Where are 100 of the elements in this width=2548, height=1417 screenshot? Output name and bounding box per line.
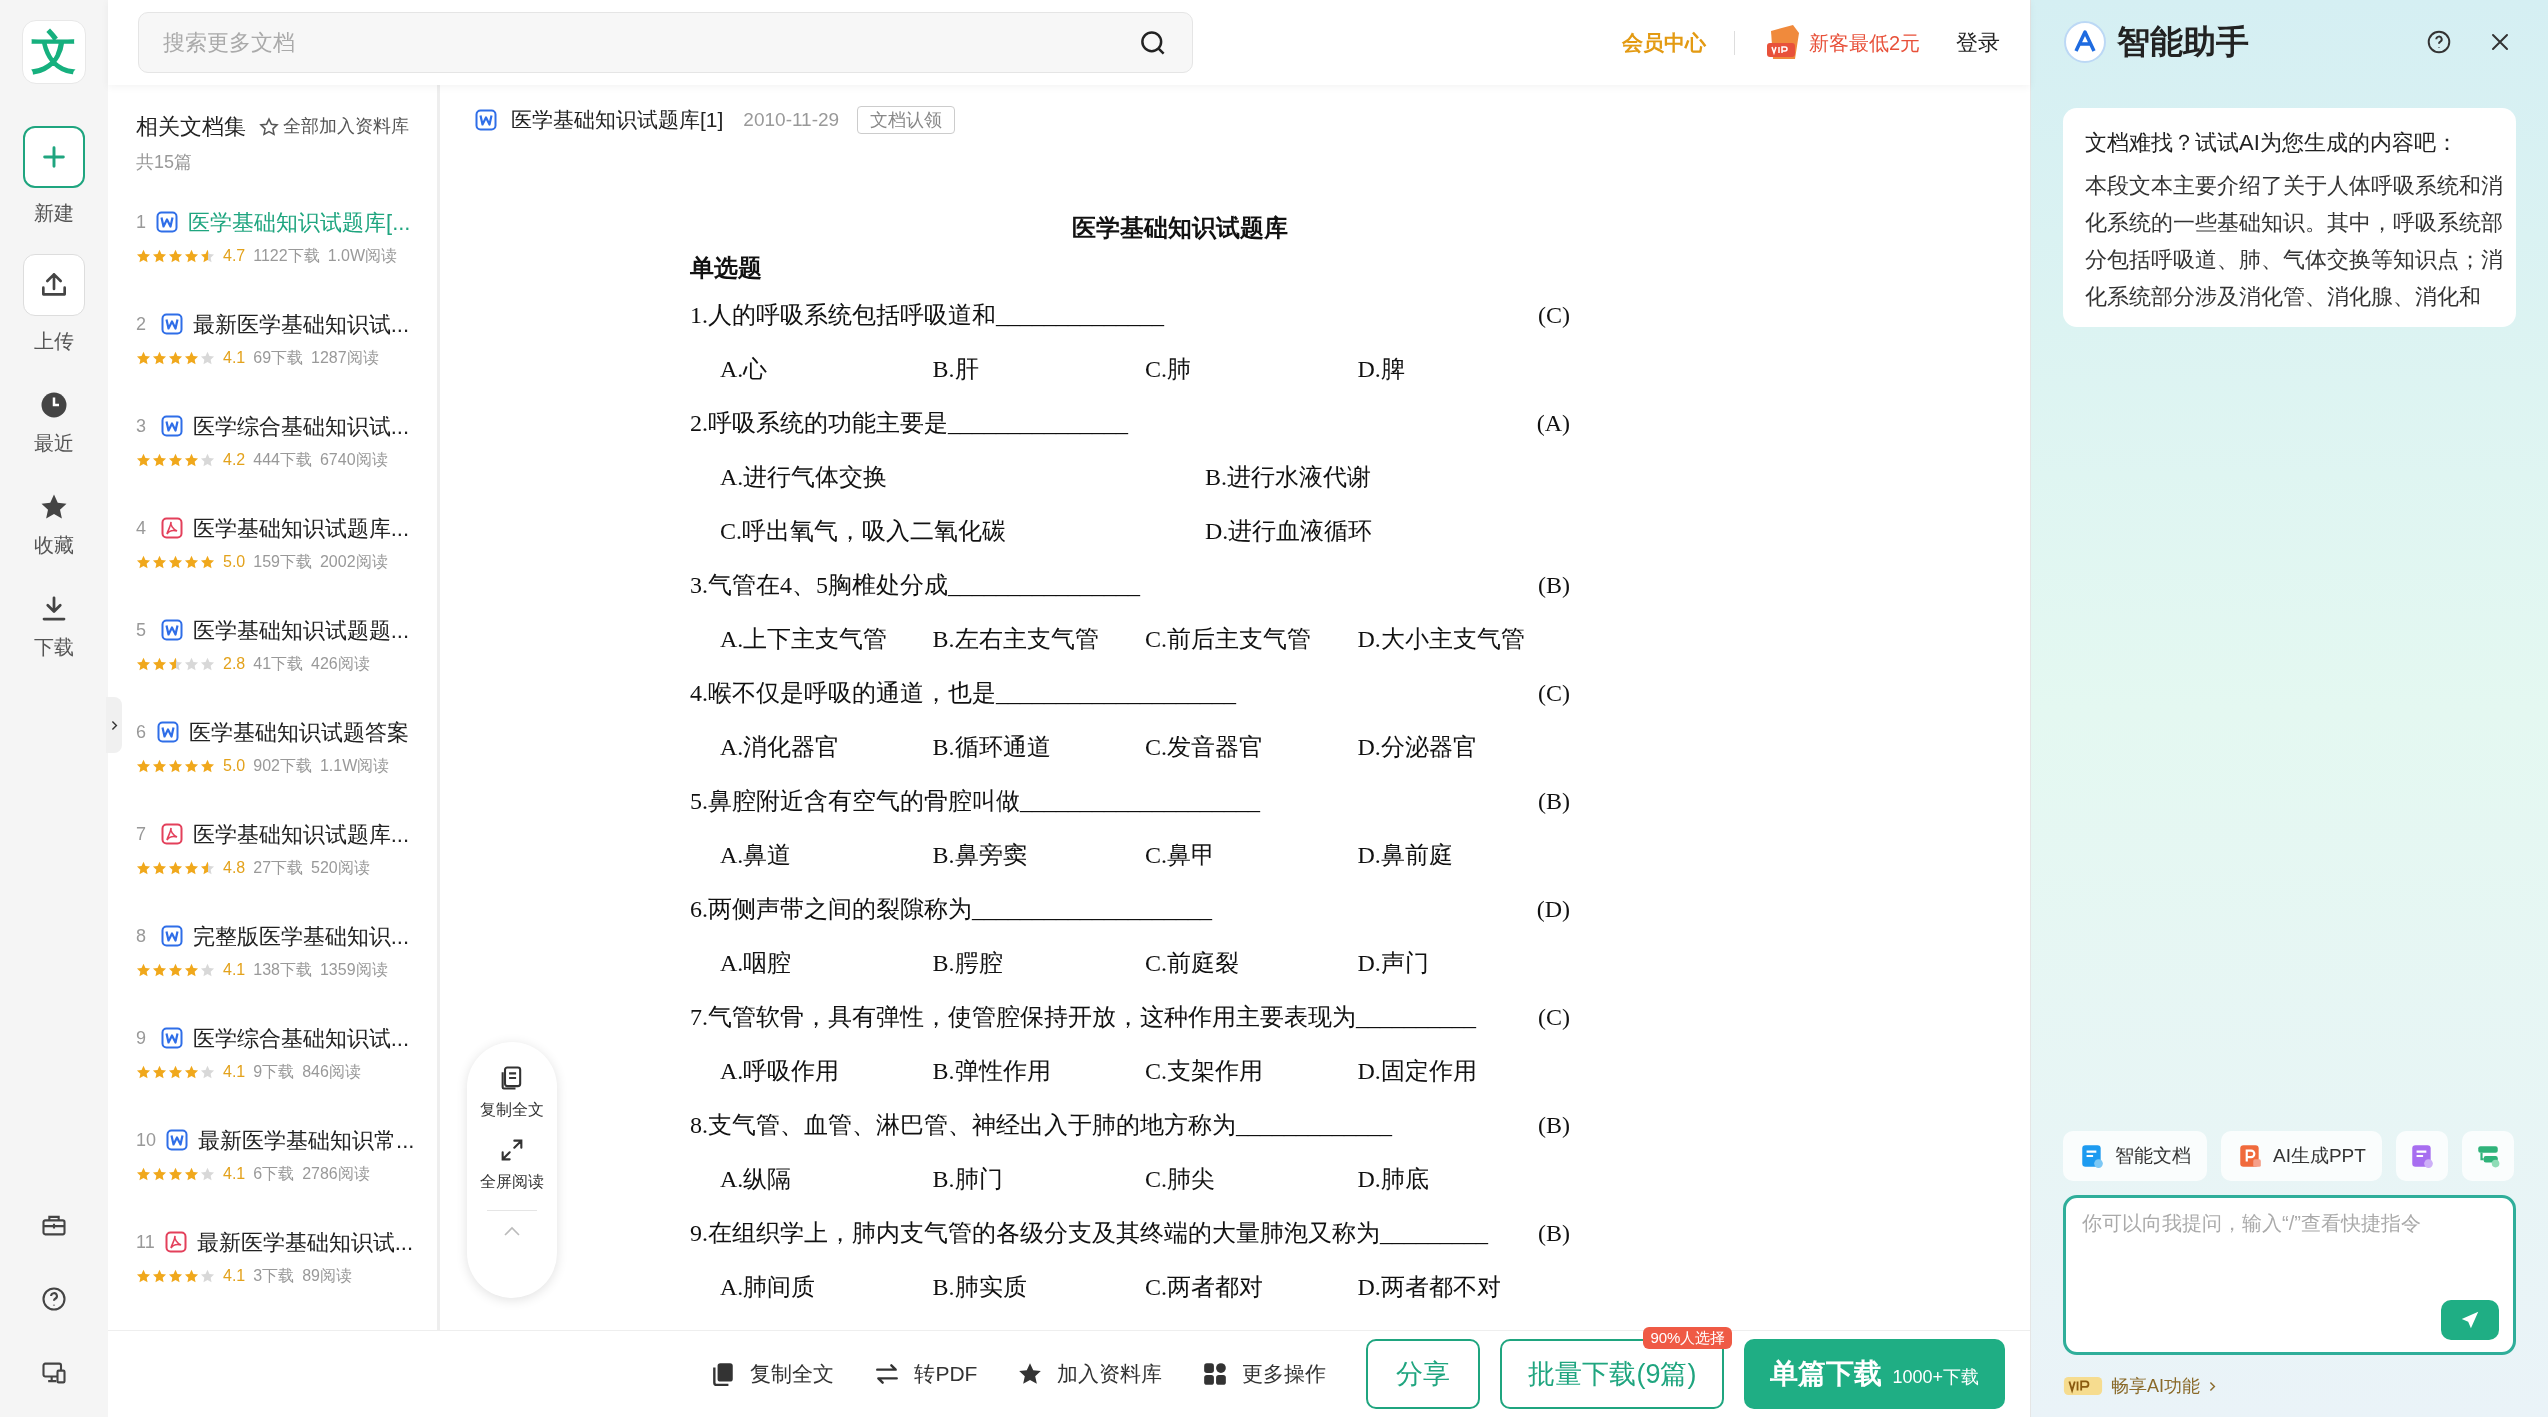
- help-icon[interactable]: [40, 1285, 68, 1313]
- answer-option: D.肺底: [1357, 1161, 1570, 1197]
- answer-option: D.两者都不对: [1357, 1269, 1570, 1305]
- read-count: 1287阅读: [311, 348, 379, 368]
- answer-option: A.进行气体交换: [720, 459, 1205, 495]
- related-doc-item[interactable]: 3 医学综合基础知识试... 4.2 444下载 6740阅读: [136, 406, 409, 508]
- star-icon: [152, 758, 167, 774]
- answer-option: B.鼻旁窦: [932, 837, 1145, 873]
- star-icon: [136, 758, 151, 774]
- floating-tool-button[interactable]: 全屏阅读: [480, 1136, 544, 1194]
- rating-value: 2.8: [223, 654, 246, 674]
- download-count: 41下载: [253, 654, 304, 674]
- item-number: 10: [136, 1128, 157, 1152]
- answer-key: (B): [1538, 783, 1570, 819]
- document-date: 2010-11-29: [743, 107, 840, 132]
- doc-title[interactable]: 医学综合基础知识试...: [192, 409, 409, 443]
- pdf-file-icon: [160, 517, 183, 539]
- list-title: 相关文档集: [136, 113, 246, 141]
- quick-action-button[interactable]: 智能文档: [2063, 1131, 2207, 1181]
- doc-title[interactable]: 医学综合基础知识试...: [192, 1021, 409, 1055]
- read-count: 846阅读: [302, 1062, 361, 1082]
- toolbar-action-button[interactable]: 加入资料库: [1017, 1358, 1163, 1390]
- answer-key: (A): [1536, 405, 1570, 441]
- doc-title[interactable]: 最新医学基础知识常...: [198, 1123, 415, 1157]
- vip-link[interactable]: 畅享AI功能: [2063, 1355, 2516, 1417]
- star-icon: [184, 350, 199, 366]
- word-file-icon: [160, 313, 183, 335]
- word-file-icon: [160, 415, 183, 437]
- answer-option: B.左右主支气管: [932, 621, 1145, 657]
- rating-value: 4.1: [223, 1062, 246, 1082]
- star-icon: [184, 1166, 199, 1182]
- promo-link[interactable]: 新客最低2元: [1808, 27, 1920, 58]
- related-doc-item[interactable]: 7 医学基础知识试题库... 4.8 27下载 520阅读: [136, 814, 409, 916]
- quick-action-button[interactable]: [2395, 1131, 2448, 1181]
- search-bar[interactable]: 搜索更多文档: [138, 12, 1193, 73]
- slides-icon: [2237, 1143, 2263, 1169]
- send-button[interactable]: [2441, 1300, 2499, 1340]
- read-count: 1359阅读: [319, 960, 388, 980]
- answer-option: A.上下主支气管: [720, 621, 933, 657]
- help-icon[interactable]: [2426, 29, 2452, 55]
- related-doc-item[interactable]: 6 医学基础知识试题答案 5.0 902下载 1.1W阅读: [136, 712, 409, 814]
- nav-label[interactable]: 上传: [34, 326, 74, 356]
- star-icon: [152, 962, 167, 978]
- quick-action-button[interactable]: [2461, 1131, 2514, 1181]
- answer-key: (B): [1538, 567, 1570, 603]
- star-icon: [168, 350, 183, 366]
- rating-value: 4.2: [223, 450, 246, 470]
- related-doc-item[interactable]: 8 完整版医学基础知识... 4.1 138下载 1359阅读: [136, 916, 409, 1018]
- star-icon: [168, 1268, 183, 1284]
- upload-button[interactable]: [23, 254, 85, 316]
- rating-value: 5.0: [223, 756, 246, 776]
- nav-label[interactable]: 新建: [34, 198, 74, 228]
- answer-option: D.鼻前庭: [1357, 837, 1570, 873]
- add-all-button[interactable]: 全部加入资料库: [259, 113, 409, 140]
- nav-label[interactable]: 收藏: [34, 530, 74, 560]
- new-button[interactable]: [23, 126, 85, 188]
- answer-option: B.弹性作用: [932, 1053, 1145, 1089]
- related-doc-item[interactable]: 5 医学基础知识试题题... 2.8 41下载 426阅读: [136, 610, 409, 712]
- chevron-right-icon: [2208, 1379, 2216, 1393]
- download-count: 69下载: [253, 348, 304, 368]
- rating-value: 4.8: [223, 858, 246, 878]
- doc-title[interactable]: 最新医学基础知识试...: [192, 307, 409, 341]
- doc-title[interactable]: 医学基础知识试题库...: [192, 817, 409, 851]
- claim-button[interactable]: 文档认领: [857, 106, 956, 134]
- star-icon: [200, 1166, 215, 1182]
- related-doc-item[interactable]: 2 最新医学基础知识试... 4.1 69下载 1287阅读: [136, 304, 409, 406]
- doc-title[interactable]: 完整版医学基础知识...: [192, 919, 409, 953]
- doc-title[interactable]: 医学基础知识试题答案: [189, 715, 409, 749]
- related-doc-item[interactable]: 4 医学基础知识试题库... 5.0 159下载 2002阅读: [136, 508, 409, 610]
- login-link[interactable]: 登录: [1956, 26, 2000, 59]
- rating-value: 4.1: [223, 1164, 246, 1184]
- answer-key: (B): [1538, 1215, 1570, 1251]
- star-icon: [200, 1268, 215, 1284]
- star-icon: [152, 1166, 167, 1182]
- nav-label[interactable]: 最近: [34, 428, 74, 458]
- star-icon: [168, 656, 183, 672]
- related-doc-item[interactable]: 9 医学综合基础知识试... 4.1 9下载 846阅读: [136, 1018, 409, 1120]
- toolbar-action-button[interactable]: 更多操作: [1202, 1358, 1327, 1390]
- answer-option: C.支架作用: [1145, 1053, 1358, 1089]
- question-text: 1.人的呼吸系统包括呼吸道和______________: [690, 301, 1164, 330]
- toolbar-action-button[interactable]: 转PDF: [874, 1358, 978, 1390]
- floating-tool-button[interactable]: 复制全文: [480, 1064, 544, 1122]
- quick-action-button[interactable]: AI生成PPT: [2221, 1131, 2382, 1181]
- word-file-icon: [160, 1027, 183, 1049]
- answer-option: B.循环通道: [932, 729, 1145, 765]
- summary-text: 本段文本主要介绍了关于人体呼吸系统和消化系统的一些基础知识。其中，呼吸系统部分包括呼吸道、肺、气体交换等知识点；消化系统部分涉及消化管、消化腺、消化和: [2085, 172, 2504, 311]
- nav-label[interactable]: 下载: [34, 632, 74, 662]
- star-icon: [168, 1166, 183, 1182]
- doc-title[interactable]: 医学基础知识试题库...: [192, 511, 409, 545]
- doc-title[interactable]: 医学基础知识试题题...: [192, 613, 409, 647]
- toolbar-action-button[interactable]: 复制全文: [710, 1358, 835, 1390]
- clock-icon[interactable]: [39, 390, 69, 420]
- star-icon: [184, 656, 199, 672]
- search-field[interactable]: 搜索更多文档: [163, 26, 1138, 59]
- read-count: 426阅读: [311, 654, 370, 674]
- word-file-icon: [166, 1129, 189, 1151]
- item-number: 5: [136, 618, 147, 642]
- star-icon: [136, 962, 151, 978]
- answer-key: (C): [1538, 999, 1570, 1035]
- item-number: 9: [136, 1026, 147, 1050]
